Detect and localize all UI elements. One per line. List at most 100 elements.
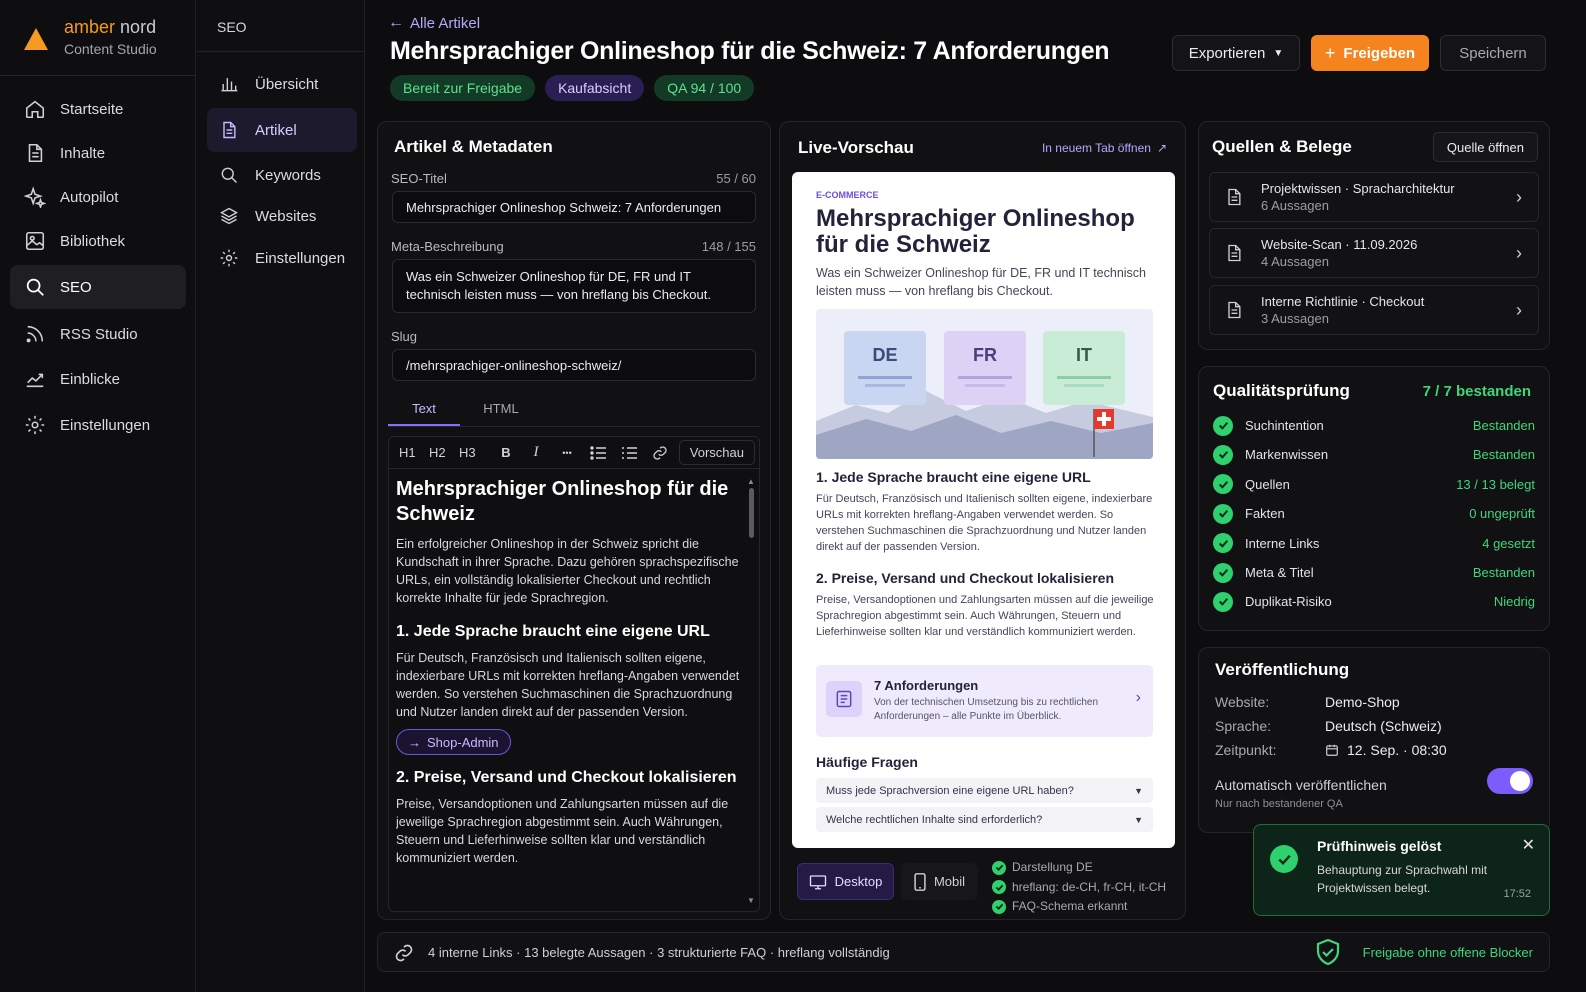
shop-admin-link-chip[interactable]: → Shop-Admin [396, 729, 511, 755]
back-link[interactable]: ← Alle Artikel [388, 14, 480, 32]
nav-item-seo[interactable]: SEO [10, 265, 186, 309]
chevron-down-icon: ▼ [1273, 47, 1284, 59]
mobile-toggle[interactable]: Mobil [901, 863, 978, 900]
editor-content[interactable]: Mehrsprachiger Onlineshop für die Schwei… [396, 477, 746, 907]
source-title: Website-Scan · 11.09.2026 [1261, 237, 1418, 252]
nav-item-startseite[interactable]: Startseite [10, 87, 186, 131]
h3-button[interactable]: H3 [459, 445, 491, 460]
quality-row: Suchintention Bestanden [1213, 411, 1535, 440]
brand: amber nord Content Studio [0, 0, 196, 76]
preview-h1: Mehrsprachiger Onlineshop für die Schwei… [816, 205, 1135, 258]
nav-label: Bibliothek [60, 232, 126, 250]
open-new-tab-link[interactable]: In neuem Tab öffnen ↗ [1042, 141, 1167, 155]
close-icon[interactable]: ✕ [1522, 835, 1535, 855]
nav-label: Inhalte [60, 144, 106, 162]
ordered-list-button[interactable] [583, 445, 613, 460]
gear-icon [220, 249, 238, 267]
quality-row: Meta & Titel Bestanden [1213, 558, 1535, 587]
bullet-list-button[interactable] [613, 446, 645, 460]
more-button[interactable]: ••• [551, 448, 583, 458]
meta-description-textarea[interactable]: Was ein Schweizer Onlineshop für DE, FR … [392, 259, 756, 313]
italic-button[interactable]: I [521, 444, 551, 461]
bullet-list-icon [622, 446, 637, 459]
subnav-item-uebersicht[interactable]: Übersicht [207, 62, 357, 106]
faq-item[interactable]: Welche rechtlichen Inhalte sind erforder… [816, 807, 1153, 832]
subnav-item-keywords[interactable]: Keywords [207, 153, 357, 197]
external-link-icon: ↗ [1156, 141, 1167, 155]
preview-button[interactable]: Vorschau [678, 440, 755, 465]
quality-row-name: Markenwissen [1245, 447, 1329, 463]
quality-row-value: 0 ungeprüft [1469, 506, 1535, 522]
link-button[interactable] [645, 445, 675, 461]
time-label: Zeitpunkt: [1215, 742, 1277, 758]
bold-button[interactable]: B [491, 445, 521, 460]
requirements-card[interactable]: 7 Anforderungen Von der technischen Umse… [816, 665, 1153, 737]
check-circle-icon [1270, 845, 1298, 873]
content-h2: 1. Jede Sprache braucht eine eigene URL [396, 623, 710, 640]
auto-publish-toggle[interactable] [1487, 768, 1533, 794]
meta-description-value: Was ein Schweizer Onlineshop für DE, FR … [406, 269, 711, 302]
desktop-toggle[interactable]: Desktop [797, 863, 894, 900]
release-button[interactable]: + Freigeben [1311, 35, 1429, 71]
source-item[interactable]: Interne Richtlinie · Checkout 3 Aussagen … [1209, 285, 1539, 335]
export-button[interactable]: Exportieren ▼ [1172, 35, 1300, 71]
nav-item-rss-studio[interactable]: RSS Studio [10, 312, 186, 356]
time-value[interactable]: 12. Sep. · 08:30 [1325, 742, 1447, 758]
layers-icon [220, 207, 238, 225]
nav-item-bibliothek[interactable]: Bibliothek [10, 219, 186, 263]
preview-check-label: Darstellung DE [1012, 860, 1093, 874]
quality-row: Quellen 13 / 13 belegt [1213, 470, 1535, 499]
link-chip-label: Shop-Admin [427, 734, 499, 750]
subnav-item-einstellungen[interactable]: Einstellungen [207, 236, 357, 280]
editor-panel: Artikel & Metadaten SEO-Titel 55 / 60 Me… [377, 121, 771, 920]
source-item[interactable]: Website-Scan · 11.09.2026 4 Aussagen › [1209, 228, 1539, 278]
subnav-item-websites[interactable]: Websites [207, 194, 357, 238]
chevron-down-icon: ▼ [1134, 814, 1143, 825]
nav-item-einstellungen[interactable]: Einstellungen [10, 403, 186, 447]
rich-text-editor: H1 H2 H3 B I ••• Vorschau Mehrsprachiger… [388, 436, 760, 912]
quality-row-value: 4 gesetzt [1482, 535, 1535, 551]
toggle-knob [1510, 771, 1530, 791]
source-item[interactable]: Projektwissen · Spracharchitektur 6 Aussa… [1209, 172, 1539, 222]
open-source-button[interactable]: Quelle öffnen [1432, 132, 1538, 162]
source-title: Projektwissen · Spracharchitektur [1261, 181, 1455, 196]
chart-icon [26, 373, 44, 388]
faq-item[interactable]: Muss jede Sprachversion eine eigene URL … [816, 778, 1153, 803]
slug-input[interactable]: /mehrsprachiger-onlineshop-schweiz/ [392, 349, 756, 381]
brand-subtitle: Content Studio [64, 41, 157, 57]
lang-card-label: IT [1076, 345, 1092, 365]
lang-card-label: FR [973, 345, 997, 365]
plus-icon: + [1324, 42, 1336, 63]
check-circle-icon [992, 860, 1006, 875]
main-sidebar: amber nord Content Studio Startseite Inh… [0, 0, 196, 992]
rss-icon [26, 325, 44, 343]
preview-h2: 2. Preise, Versand und Checkout lokalisi… [816, 570, 1115, 586]
check-circle-icon [1213, 591, 1233, 612]
quality-row-name: Suchintention [1245, 418, 1324, 433]
nav-item-inhalte[interactable]: Inhalte [10, 131, 186, 175]
seo-title-label: SEO-Titel [391, 171, 447, 186]
subnav-item-artikel[interactable]: Artikel [207, 108, 357, 152]
h1-button[interactable]: H1 [399, 445, 429, 460]
home-icon [25, 100, 45, 119]
h2-button[interactable]: H2 [429, 445, 459, 460]
arrow-left-icon: ← [388, 14, 404, 31]
quality-row-value: 13 / 13 belegt [1456, 476, 1535, 492]
tab-html[interactable]: HTML [468, 401, 534, 426]
slug-label: Slug [391, 329, 418, 344]
lang-card-label: DE [872, 345, 898, 365]
preview-panel-title: Live-Vorschau [798, 138, 914, 157]
preview-h2: 1. Jede Sprache braucht eine eigene URL [816, 469, 1091, 485]
nav-item-einblicke[interactable]: Einblicke [10, 357, 186, 401]
link-icon [653, 445, 667, 460]
nav-item-autopilot[interactable]: Autopilot [10, 175, 186, 219]
status-badge: Bereit zur Freigabe [390, 75, 536, 101]
save-button[interactable]: Speichern [1440, 35, 1546, 71]
tab-text[interactable]: Text [388, 401, 460, 426]
seo-title-input[interactable]: Mehrsprachiger Onlineshop Schweiz: 7 Anf… [392, 191, 756, 223]
scrollbar-thumb[interactable] [748, 488, 754, 538]
editor-scrollbar[interactable]: ▲ ▼ [747, 477, 755, 905]
subnav-label: Übersicht [255, 75, 319, 93]
sparkle-icon [24, 186, 46, 208]
image-icon [25, 231, 45, 251]
